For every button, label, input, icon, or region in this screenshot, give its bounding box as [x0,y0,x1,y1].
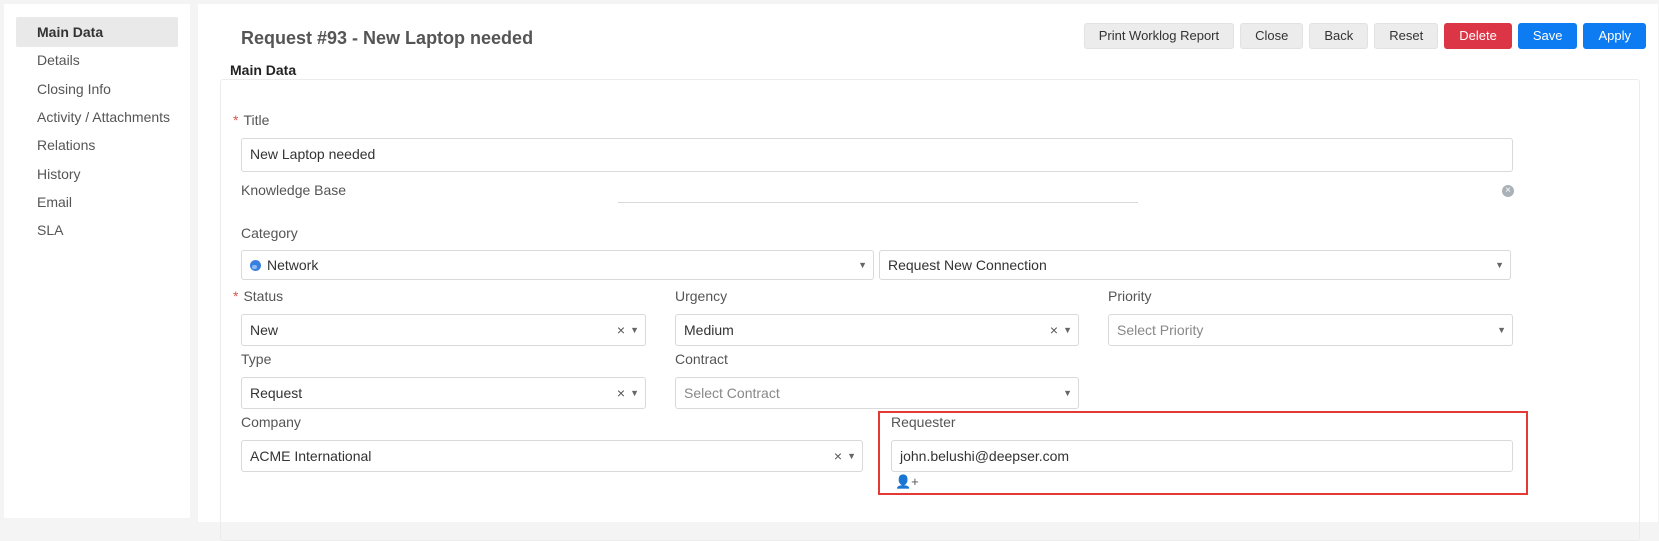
category-select[interactable]: Network ▼ [241,250,874,280]
type-value: Request [250,385,303,401]
sidebar-item-email[interactable]: Email [16,187,178,217]
required-marker: * [233,288,239,304]
close-button[interactable]: Close [1240,23,1304,49]
requester-value: john.belushi@deepser.com [900,448,1070,464]
clear-icon[interactable]: × [1050,315,1058,345]
chevron-down-icon[interactable]: ▼ [1063,315,1072,345]
contract-placeholder: Select Contract [684,385,780,401]
status-value: New [250,322,279,338]
chevron-down-icon[interactable]: ▼ [630,378,639,408]
status-select[interactable]: New × ▼ [241,314,646,346]
priority-placeholder: Select Priority [1117,322,1204,338]
company-label: Company [241,414,301,430]
chevron-down-icon[interactable]: ▼ [1063,378,1072,408]
knowledge-base-input[interactable] [618,202,1138,203]
required-marker: * [233,112,239,128]
save-button[interactable]: Save [1517,23,1578,49]
chevron-down-icon[interactable]: ▼ [858,251,867,279]
priority-select[interactable]: Select Priority ▼ [1108,314,1513,346]
sidebar-item-details[interactable]: Details [16,45,178,75]
category-label: Category [241,225,298,241]
knowledge-base-label: Knowledge Base [241,182,347,198]
clear-icon[interactable]: × [834,441,842,471]
clear-icon[interactable]: × [617,378,625,408]
main-content: Request #93 - New Laptop needed Print Wo… [198,4,1658,541]
chevron-down-icon[interactable]: ▼ [1497,315,1506,345]
page-title: Request #93 - New Laptop needed [241,28,534,48]
status-label: * Status [233,288,283,304]
title-label: * Title [233,112,269,128]
reset-button[interactable]: Reset [1374,23,1439,49]
title-input[interactable]: New Laptop needed [241,138,1513,172]
toolbar: Print Worklog Report Close Back Reset De… [1083,23,1646,49]
chevron-down-icon[interactable]: ▼ [630,315,639,345]
user-plus-icon[interactable]: 👤+ [895,474,919,490]
section-title: Main Data [230,62,297,78]
company-value: ACME International [250,448,372,464]
sidebar-item-history[interactable]: History [16,159,178,189]
requester-input[interactable]: john.belushi@deepser.com [891,440,1513,472]
category-value: Network [267,257,319,273]
clear-icon[interactable]: × [617,315,625,345]
chevron-down-icon[interactable]: ▼ [847,441,856,471]
chevron-down-icon[interactable]: ▼ [1495,251,1504,279]
subcategory-value: Request New Connection [888,257,1047,273]
sidebar-nav: Main Data Details Closing Info Activity … [4,4,190,518]
globe-icon [250,260,261,271]
subcategory-select[interactable]: Request New Connection ▼ [879,250,1511,280]
print-worklog-report-button[interactable]: Print Worklog Report [1083,23,1235,49]
apply-button[interactable]: Apply [1583,23,1646,49]
requester-label: Requester [891,414,956,430]
urgency-label: Urgency [675,288,728,304]
type-select[interactable]: Request × ▼ [241,377,646,409]
sidebar-item-sla[interactable]: SLA [16,215,178,245]
back-button[interactable]: Back [1309,23,1369,49]
clear-icon[interactable]: × [1502,185,1514,197]
priority-label: Priority [1108,288,1152,304]
title-label-text: Title [243,112,270,128]
delete-button[interactable]: Delete [1444,23,1512,49]
type-label: Type [241,351,272,367]
sidebar-item-activity-attachments[interactable]: Activity / Attachments [16,102,178,132]
urgency-value: Medium [684,322,734,338]
contract-label: Contract [675,351,728,367]
sidebar-item-closing-info[interactable]: Closing Info [16,74,178,104]
contract-select[interactable]: Select Contract ▼ [675,377,1079,409]
status-label-text: Status [243,288,284,304]
sidebar-item-main-data[interactable]: Main Data [16,17,178,47]
urgency-select[interactable]: Medium × ▼ [675,314,1079,346]
sidebar-item-relations[interactable]: Relations [16,130,178,160]
company-select[interactable]: ACME International × ▼ [241,440,863,472]
